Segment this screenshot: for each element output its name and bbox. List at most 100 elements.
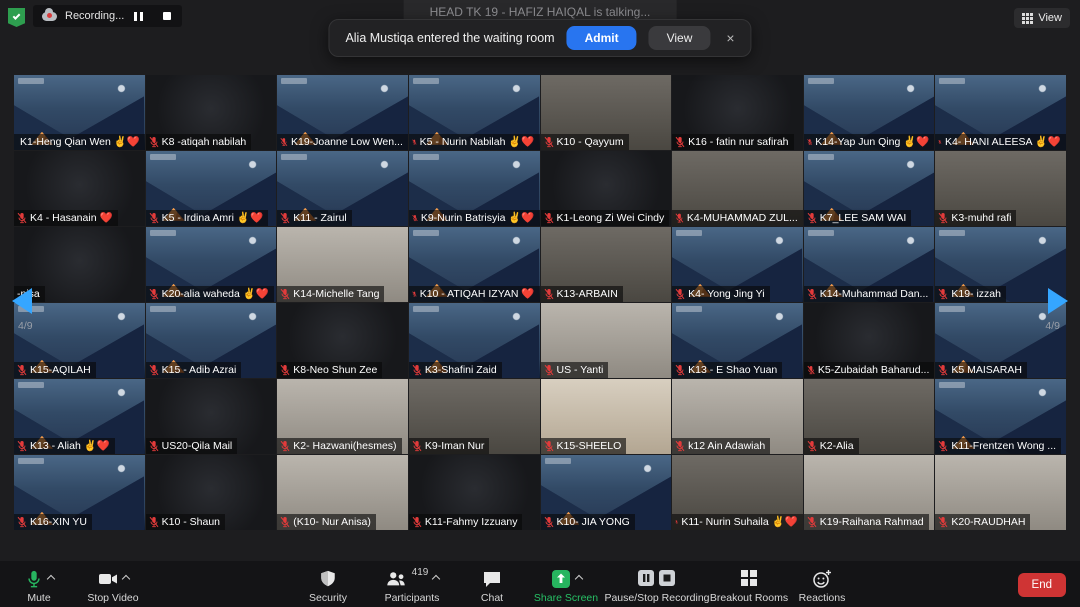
participant-nameplate: K11- Nurin Suhaila ✌️❤️	[672, 514, 803, 530]
participant-tile[interactable]: K5 MAISARAH	[935, 303, 1066, 378]
muted-mic-icon	[412, 364, 422, 376]
participant-nameplate: K5 MAISARAH	[935, 362, 1027, 378]
chat-button[interactable]: Chat	[462, 569, 522, 604]
breakout-rooms-label: Breakout Rooms	[710, 592, 788, 604]
participant-nameplate: K11-Frentzen Wong ...	[935, 438, 1061, 454]
participant-tile[interactable]: K2- Hazwani(hesmes)	[277, 379, 408, 454]
participant-tile[interactable]: K1-Leong Zi Wei Cindy	[541, 151, 672, 226]
participant-tile[interactable]: K9-Iman Nur	[409, 379, 540, 454]
participant-tile[interactable]: K16 - fatin nur safirah	[672, 75, 803, 150]
participant-tile[interactable]: K10 - ATIQAH IZYAN ❤️	[409, 227, 540, 302]
participant-nameplate: K10 - Qayyum	[541, 134, 629, 150]
participant-nameplate: K4 - Hasanain ❤️	[14, 210, 118, 226]
participant-tile[interactable]: K4-MUHAMMAD ZUL...	[672, 151, 803, 226]
participant-tile[interactable]: K11- Nurin Suhaila ✌️❤️	[672, 455, 803, 530]
chat-label: Chat	[481, 592, 503, 604]
participant-tile[interactable]: K11-Fahmy Izzuany	[409, 455, 540, 530]
reactions-button[interactable]: Reactions	[790, 569, 854, 604]
stop-video-button[interactable]: Stop Video	[72, 569, 154, 604]
breakout-rooms-button[interactable]: Breakout Rooms	[702, 569, 796, 604]
participant-tile[interactable]: K11-Frentzen Wong ...	[935, 379, 1066, 454]
participant-tile[interactable]: K20-RAUDHAH	[935, 455, 1066, 530]
participant-tile[interactable]: K10 - Qayyum	[541, 75, 672, 150]
participant-tile[interactable]: K15-AQILAH	[14, 303, 145, 378]
participant-nameplate: K14-Yap Jun Qing ✌️❤️	[804, 134, 935, 150]
end-meeting-button[interactable]: End	[1018, 573, 1066, 597]
participant-tile[interactable]: K11 - Zairul	[277, 151, 408, 226]
participant-tile[interactable]: k12 Ain Adawiah	[672, 379, 803, 454]
participant-name: K19- izzah	[951, 288, 1001, 300]
muted-mic-icon	[938, 136, 942, 148]
participant-tile[interactable]: K10 - Shaun	[146, 455, 277, 530]
participant-tile[interactable]: K5 - Nurin Nabilah ✌️❤️	[409, 75, 540, 150]
participant-gallery: K1-Heng Qian Wen ✌️❤️ K8 -atiqah nabilah	[14, 75, 1066, 530]
participant-nameplate: US20-Qila Mail	[146, 438, 238, 454]
virtual-background-logo	[18, 458, 44, 464]
participant-tile[interactable]: K7_LEE SAM WAI	[804, 151, 935, 226]
participant-tile[interactable]: K20-alia waheda ✌️❤️	[146, 227, 277, 302]
participant-tile[interactable]: K4- Yong Jing Yi	[672, 227, 803, 302]
view-button[interactable]: View	[1014, 8, 1070, 28]
participant-tile[interactable]: US - Yanti	[541, 303, 672, 378]
participant-tile[interactable]: K15 - Adib Azrai	[146, 303, 277, 378]
participant-nameplate: K19- izzah	[935, 286, 1006, 302]
participant-name: K20-alia waheda ✌️❤️	[162, 288, 269, 300]
participant-tile[interactable]: K15-SHEELO	[541, 379, 672, 454]
participant-tile[interactable]: K4- HANI ALEESA ✌️❤️	[935, 75, 1066, 150]
participant-tile[interactable]: K19-Raihana Rahmad	[804, 455, 935, 530]
muted-mic-icon	[544, 516, 554, 528]
participant-name: K5 MAISARAH	[951, 364, 1022, 376]
participants-options-caret[interactable]	[432, 575, 440, 583]
participant-tile[interactable]: K14-Yap Jun Qing ✌️❤️	[804, 75, 935, 150]
pause-recording-button[interactable]	[132, 10, 145, 23]
next-page-arrow[interactable]	[1048, 288, 1068, 314]
participants-button[interactable]: 419 Participants	[368, 569, 456, 604]
stop-recording-button[interactable]	[161, 10, 173, 22]
participant-tile[interactable]: K13 - Aliah ✌️❤️	[14, 379, 145, 454]
participant-tile[interactable]: (K10- Nur Anisa)	[277, 455, 408, 530]
participant-tile[interactable]: K1-Heng Qian Wen ✌️❤️	[14, 75, 145, 150]
participant-nameplate: K7_LEE SAM WAI	[804, 210, 912, 226]
participant-tile[interactable]: US20-Qila Mail	[146, 379, 277, 454]
participant-tile[interactable]: K8-Neo Shun Zee	[277, 303, 408, 378]
pause-stop-recording-button[interactable]: Pause/Stop Recording	[598, 569, 716, 604]
participant-tile[interactable]: K19-Joanne Low Wen...	[277, 75, 408, 150]
close-icon[interactable]: ×	[722, 30, 738, 46]
muted-mic-icon	[149, 136, 159, 148]
participant-name: K2-Alia	[820, 440, 854, 452]
participant-tile[interactable]: K3-muhd rafi	[935, 151, 1066, 226]
participant-tile[interactable]: -nisa	[14, 227, 145, 302]
recording-label: Recording...	[65, 10, 124, 22]
participant-tile[interactable]: K13-ARBAIN	[541, 227, 672, 302]
admit-button[interactable]: Admit	[567, 26, 637, 50]
participant-nameplate: K8 -atiqah nabilah	[146, 134, 252, 150]
mute-button[interactable]: Mute	[8, 569, 70, 604]
participant-tile[interactable]: K5 - Irdina Amri ✌️❤️	[146, 151, 277, 226]
participant-tile[interactable]: K4 - Hasanain ❤️	[14, 151, 145, 226]
security-button[interactable]: Security	[296, 569, 360, 604]
participant-tile[interactable]: K14-Muhammad Dan...	[804, 227, 935, 302]
participant-tile[interactable]: K10- JIA YONG	[541, 455, 672, 530]
video-options-caret[interactable]	[121, 575, 129, 583]
muted-mic-icon	[544, 212, 554, 224]
participant-tile[interactable]: K9-Nurin Batrisyia ✌️❤️	[409, 151, 540, 226]
participant-tile[interactable]: K2-Alia	[804, 379, 935, 454]
participant-tile[interactable]: K3-Shafini Zaid	[409, 303, 540, 378]
muted-mic-icon	[675, 288, 685, 300]
muted-mic-icon	[675, 136, 685, 148]
previous-page-arrow[interactable]	[12, 288, 32, 314]
virtual-background-logo	[150, 230, 176, 236]
participant-nameplate: K4- Yong Jing Yi	[672, 286, 769, 302]
participant-nameplate: K4- HANI ALEESA ✌️❤️	[935, 134, 1066, 150]
participant-tile[interactable]: K13 - E Shao Yuan	[672, 303, 803, 378]
view-waiting-room-button[interactable]: View	[649, 26, 711, 50]
participant-tile[interactable]: K16-XIN YU	[14, 455, 145, 530]
participant-tile[interactable]: K19- izzah	[935, 227, 1066, 302]
share-options-caret[interactable]	[574, 575, 582, 583]
participant-tile[interactable]: K14-Michelle Tang	[277, 227, 408, 302]
mute-options-caret[interactable]	[46, 575, 54, 583]
participant-tile[interactable]: K5-Zubaidah Baharud...	[804, 303, 935, 378]
participant-tile[interactable]: K8 -atiqah nabilah	[146, 75, 277, 150]
participant-name: K10- JIA YONG	[557, 516, 630, 528]
participant-nameplate: K10- JIA YONG	[541, 514, 635, 530]
